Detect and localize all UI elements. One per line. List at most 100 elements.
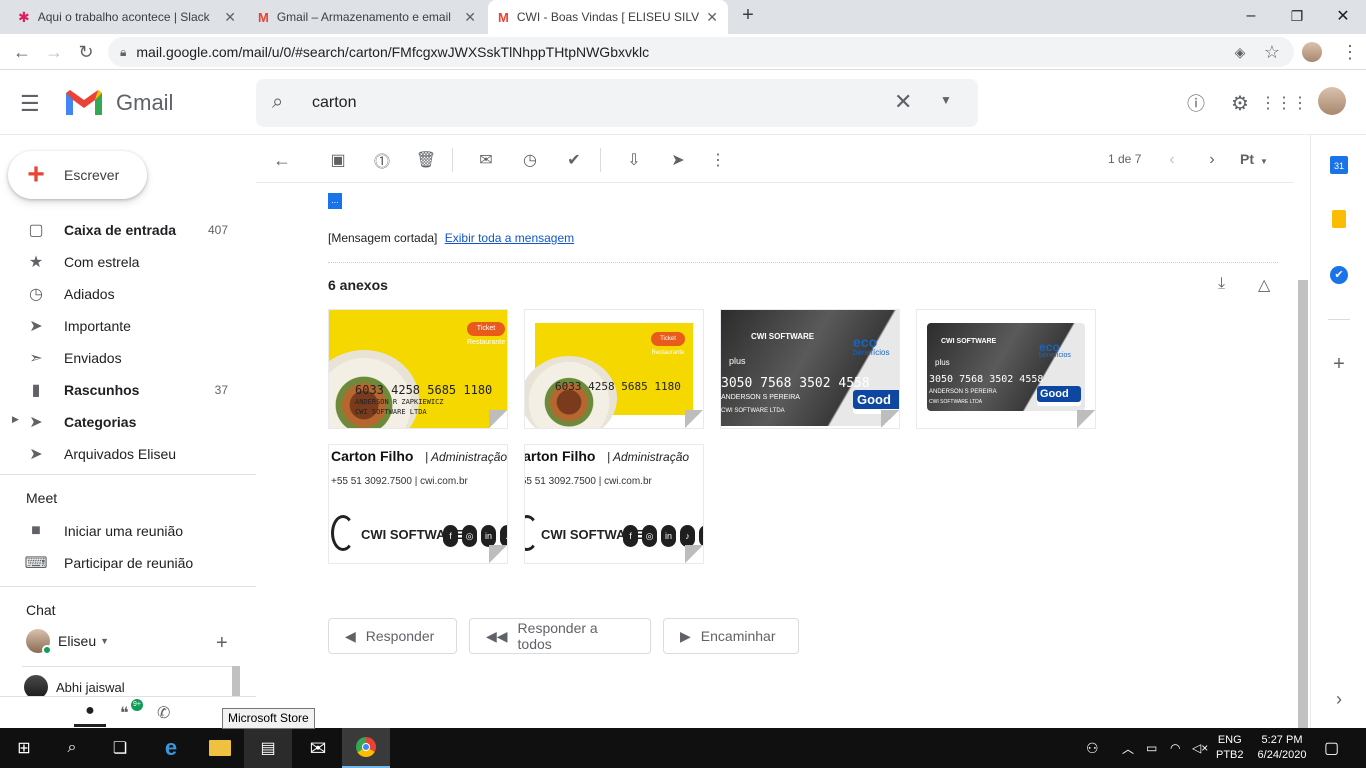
attachment-thumbnail[interactable]: CWI SOFTWARE eco benefícios plus 3050 75… xyxy=(916,309,1096,429)
task-view-icon[interactable]: ❏ xyxy=(96,728,144,768)
tab-title: Aqui o trabalho acontece | Slack xyxy=(37,10,210,24)
bookmark-star-icon[interactable]: ☆ xyxy=(1256,36,1288,68)
meet-item-start[interactable]: ■ Iniciar uma reunião xyxy=(0,515,256,547)
download-all-icon[interactable]: ⤓ xyxy=(1218,275,1225,293)
add-chat-icon[interactable]: + xyxy=(216,633,228,653)
archive-icon[interactable]: ▣ xyxy=(326,148,350,172)
newer-icon[interactable]: ‹ xyxy=(1160,148,1184,172)
report-spam-icon[interactable]: ⓵ xyxy=(370,148,394,172)
close-icon[interactable]: ✕ xyxy=(464,9,476,26)
attachment-thumbnail[interactable]: Carton Filho | Administração +55 51 3092… xyxy=(524,444,704,564)
close-icon[interactable]: ✕ xyxy=(224,9,236,26)
nav-item-drafts[interactable]: ▮ Rascunhos 37 xyxy=(0,374,256,406)
reply-all-button[interactable]: ◀◀ Responder a todos xyxy=(469,618,651,654)
nav-item-important[interactable]: ➤ Importante xyxy=(0,310,256,342)
forward-icon[interactable]: → xyxy=(38,36,70,68)
battery-icon[interactable]: ▭ xyxy=(1146,728,1157,768)
phone-icon[interactable]: ✆ xyxy=(157,703,170,723)
search-options-icon[interactable]: ▼ xyxy=(940,93,952,107)
add-task-icon[interactable]: ✔ xyxy=(562,148,586,172)
expand-arrow-icon[interactable]: ▶ xyxy=(12,414,19,425)
add-addon-icon[interactable]: + xyxy=(1326,351,1352,377)
search-input[interactable]: carton xyxy=(312,94,356,112)
nav-item-snoozed[interactable]: ◷ Adiados xyxy=(0,278,256,310)
expand-panel-icon[interactable]: › xyxy=(1326,686,1352,712)
wifi-icon[interactable]: ◠ xyxy=(1170,728,1180,768)
attachment-thumbnail[interactable]: CWI SOFTWARE eco benefícios plus 3050 75… xyxy=(720,309,900,429)
clock[interactable]: 5:27 PM 6/24/2020 xyxy=(1252,728,1312,768)
meet-item-join[interactable]: ⌨ Participar de reunião xyxy=(0,547,256,579)
back-to-list-icon[interactable]: ← xyxy=(270,148,294,172)
mail-icon[interactable]: ✉ xyxy=(294,728,342,768)
address-bar[interactable]: 🔒︎ mail.google.com/mail/u/0/#search/cart… xyxy=(108,37,1294,67)
search-icon[interactable]: ⌕ xyxy=(48,728,96,768)
browser-menu-icon[interactable]: ⋮ xyxy=(1334,36,1366,68)
account-avatar[interactable] xyxy=(1318,87,1346,115)
tiktok-icon: ♪ xyxy=(680,525,695,547)
language-indicator[interactable]: ENG PTB2 xyxy=(1216,728,1244,768)
thumbnail-fold xyxy=(489,545,507,563)
show-full-message-link[interactable]: Exibir toda a mensagem xyxy=(445,231,574,245)
card-number: 6033 4258 5685 1180 xyxy=(355,383,493,397)
snooze-icon[interactable]: ◷ xyxy=(518,148,542,172)
tab-cwi-active[interactable]: M CWI - Boas Vindas [ ELISEU SILVE ✕ xyxy=(488,0,728,34)
search-bar[interactable]: ⌕ carton ✕ ▼ xyxy=(256,79,978,127)
main-scrollbar[interactable] xyxy=(1298,280,1308,728)
reply-button[interactable]: ◀ Responder xyxy=(328,618,457,654)
save-to-drive-icon[interactable]: △ xyxy=(1258,275,1270,295)
tab-slack[interactable]: ✱ Aqui o trabalho acontece | Slack ✕ xyxy=(8,0,246,34)
nav-item-sent[interactable]: ➣ Enviados xyxy=(0,342,256,374)
nav-item-inbox[interactable]: ▢ Caixa de entrada 407 xyxy=(0,214,256,246)
tasks-icon[interactable]: ✔ xyxy=(1326,262,1352,288)
people-icon[interactable]: ⚇ xyxy=(1086,728,1099,768)
nav-item-starred[interactable]: ★ Com estrela xyxy=(0,246,256,278)
chat-self[interactable]: Eliseu ▼ xyxy=(0,626,240,656)
input-tools-button[interactable]: Pt ▼ xyxy=(1240,151,1268,167)
maximize-button[interactable]: ❐ xyxy=(1274,0,1320,32)
new-tab-button[interactable]: + xyxy=(736,4,760,28)
attachment-thumbnail[interactable]: Ticket Restaurante 6033 4258 5685 1180 xyxy=(524,309,704,429)
tab-gmail-storage[interactable]: M Gmail – Armazenamento e email ✕ xyxy=(248,0,486,34)
forward-button[interactable]: ▶ Encaminhar xyxy=(663,618,799,654)
clear-search-icon[interactable]: ✕ xyxy=(894,89,912,115)
more-options-icon[interactable]: ⋮ xyxy=(706,148,730,172)
back-icon[interactable]: ← xyxy=(6,36,38,68)
signature-name: Carton Filho xyxy=(331,448,414,464)
chrome-icon[interactable] xyxy=(342,728,390,768)
move-to-icon[interactable]: ⇩ xyxy=(622,148,646,172)
mark-unread-icon[interactable]: ✉ xyxy=(474,148,498,172)
notifications-icon[interactable]: ▢ xyxy=(1324,728,1339,768)
attachment-thumbnail[interactable]: Ticket Restaurante 6033 4258 5685 1180 A… xyxy=(328,309,508,429)
main-menu-icon[interactable]: ☰ xyxy=(20,91,40,117)
label-icon[interactable]: ➤ xyxy=(666,148,690,172)
close-window-button[interactable]: ✕ xyxy=(1320,0,1366,32)
profile-avatar[interactable] xyxy=(1302,42,1322,62)
delete-icon[interactable]: 🗑︎ xyxy=(414,148,438,172)
help-icon[interactable]: ⓘ xyxy=(1182,89,1210,117)
extension-icon[interactable]: ◈ xyxy=(1224,36,1256,68)
file-explorer-icon[interactable] xyxy=(196,728,244,768)
chevron-down-icon[interactable]: ▼ xyxy=(100,636,109,646)
reload-icon[interactable]: ↻ xyxy=(70,36,102,68)
nav-item-categories[interactable]: ▶ ➤ Categorias xyxy=(0,406,256,438)
chat-bubble-icon[interactable]: ❝ xyxy=(120,703,129,723)
gear-icon[interactable]: ⚙ xyxy=(1226,89,1254,117)
microsoft-store-icon[interactable]: ▤ xyxy=(244,728,292,768)
older-icon[interactable]: › xyxy=(1200,148,1224,172)
volume-icon[interactable]: ◁× xyxy=(1192,728,1208,768)
attachment-thumbnail[interactable]: Carton Filho | Administração +55 51 3092… xyxy=(328,444,508,564)
search-icon[interactable]: ⌕ xyxy=(272,91,283,114)
compose-button[interactable]: + Escrever xyxy=(8,151,147,199)
calendar-icon[interactable]: 31 xyxy=(1326,152,1352,178)
close-icon[interactable]: ✕ xyxy=(706,9,718,26)
windows-start-icon[interactable]: ⊞ xyxy=(0,728,48,768)
nav-item-archived[interactable]: ➤ Arquivados Eliseu xyxy=(0,438,256,470)
keep-icon[interactable] xyxy=(1326,206,1352,232)
chat-scrollbar[interactable] xyxy=(232,666,240,696)
minimize-button[interactable]: – xyxy=(1228,0,1274,32)
edge-icon[interactable]: e xyxy=(147,728,195,768)
person-icon[interactable]: ● xyxy=(74,697,106,727)
show-trimmed-button[interactable]: ... xyxy=(328,193,342,209)
tray-arrow-icon[interactable]: ︿ xyxy=(1122,728,1134,768)
apps-grid-icon[interactable]: ⋮⋮⋮ xyxy=(1260,89,1308,117)
